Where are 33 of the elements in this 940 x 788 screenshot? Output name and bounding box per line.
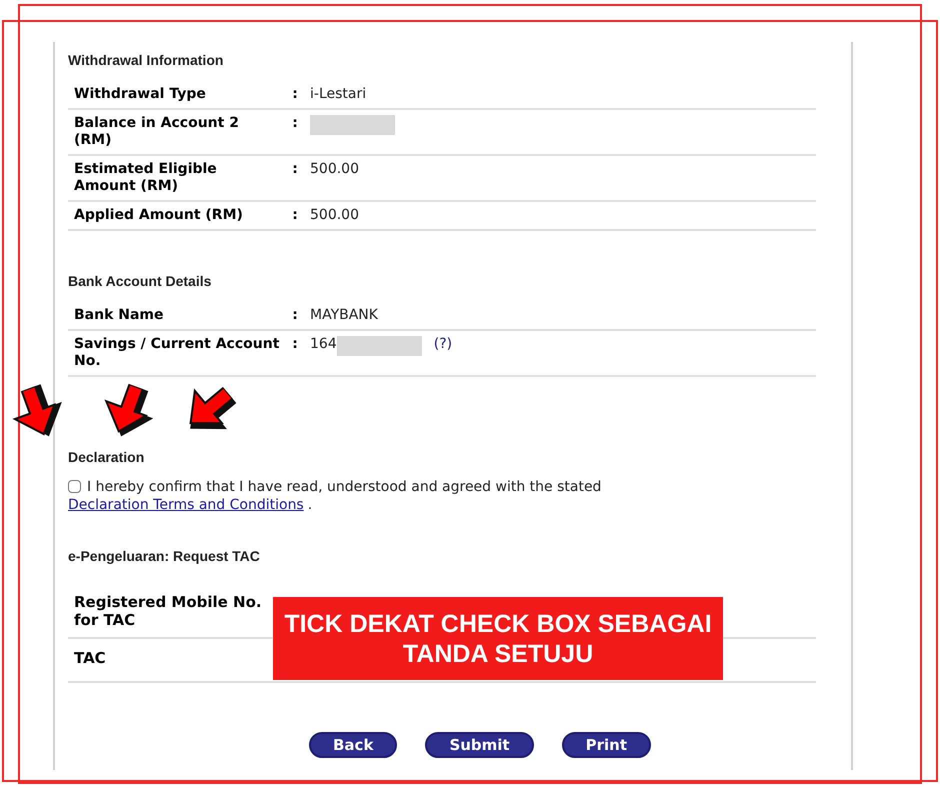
colon-text: :: [291, 307, 299, 324]
colon-text: :: [291, 115, 299, 133]
field-value: 164: [310, 336, 337, 353]
section-heading: Declaration: [68, 448, 146, 467]
section-heading: Bank Account Details: [68, 272, 212, 291]
field-label: Applied Amount (RM): [73, 207, 244, 224]
colon-text: :: [291, 207, 299, 224]
field-value: 500.00: [310, 161, 359, 178]
action-button[interactable]: Back: [309, 732, 398, 758]
field-label: Withdrawal Type: [73, 86, 207, 103]
terms-link[interactable]: Declaration Terms and Conditions: [68, 497, 304, 513]
banner-text: TANDA SETUJU: [402, 638, 594, 668]
field-label: Registered Mobile No. for TAC: [73, 593, 263, 629]
field-value: 500.00: [310, 207, 359, 224]
colon-text: :: [291, 161, 299, 179]
field-label: Bank Name: [73, 307, 165, 324]
banner-text: TICK DEKAT CHECK BOX SEBAGAI: [284, 608, 712, 638]
field-label: Estimated Eligible Amount (RM): [73, 161, 218, 195]
section-heading: e-Pengeluaran: Request TAC: [68, 547, 261, 566]
action-button[interactable]: Submit: [425, 732, 534, 758]
field-label: Balance in Account 2 (RM): [73, 115, 240, 149]
field-value: MAYBANK: [310, 307, 378, 324]
period-text: .: [308, 497, 312, 513]
section-heading: Withdrawal Information: [68, 51, 224, 70]
field-label: TAC: [73, 649, 107, 669]
colon-text: :: [291, 86, 299, 103]
action-button[interactable]: Print: [562, 732, 651, 758]
field-value: i-Lestari: [310, 86, 366, 103]
field-label: Savings / Current Account No.: [73, 336, 280, 370]
declaration-text: I hereby confirm that I have read, understood and agreed with the stated: [87, 479, 602, 495]
declaration-checkbox[interactable]: [68, 480, 81, 493]
help-link[interactable]: (?): [434, 336, 452, 353]
colon-text: :: [291, 336, 299, 354]
